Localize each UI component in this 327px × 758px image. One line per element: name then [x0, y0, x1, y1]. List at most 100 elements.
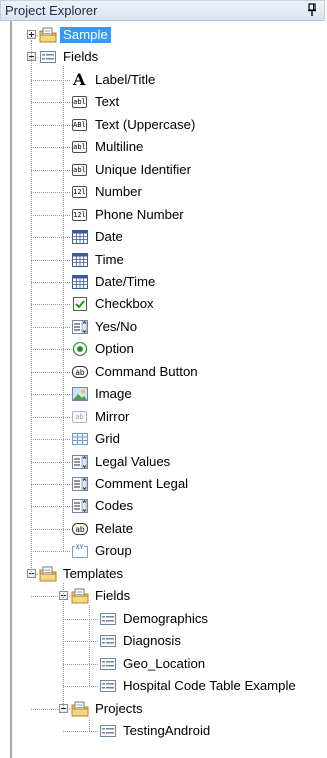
form-icon	[99, 655, 117, 673]
tree-node[interactable]: Time	[0, 249, 327, 271]
tree-connector-line	[63, 641, 98, 643]
tree-node-label: Group	[95, 543, 132, 559]
dropdown-list-icon	[71, 475, 89, 493]
tree-node-label: Hospital Code Table Example	[123, 678, 296, 694]
tree-node-label: Multiline	[95, 139, 144, 155]
tree-node[interactable]: Codes	[0, 495, 327, 517]
command-button-icon: ab	[71, 363, 89, 381]
tree-node[interactable]: Fields	[0, 46, 327, 68]
tree-node-label: Unique Identifier	[95, 161, 192, 177]
tree-connector-line	[31, 79, 70, 81]
tree-guide-line	[89, 605, 90, 687]
tree-connector-line	[31, 259, 70, 261]
image-icon	[71, 385, 89, 403]
tree-node[interactable]: Hospital Code Table Example	[0, 675, 327, 697]
form-icon	[99, 610, 117, 628]
calendar-icon	[71, 251, 89, 269]
label-icon: A	[73, 69, 86, 89]
tree-connector-line	[63, 663, 98, 665]
tree-node-label: Label/Title	[95, 71, 156, 87]
grid-icon	[71, 430, 89, 448]
multiline-icon: abl	[72, 141, 87, 154]
tree-node[interactable]: Sample	[0, 24, 327, 46]
form-icon	[99, 632, 117, 650]
tree-node[interactable]: Date/Time	[0, 271, 327, 293]
tree-node[interactable]: Geo_Location	[0, 653, 327, 675]
tree-node[interactable]: Legal Values	[0, 451, 327, 473]
tree-guide-line	[31, 40, 32, 574]
tree-connector-line	[63, 730, 98, 732]
tree-node[interactable]: ab Relate	[0, 518, 327, 540]
tree-node-label: Command Button	[95, 363, 198, 379]
form-icon	[99, 722, 117, 740]
tree-node-label: Time	[95, 251, 124, 267]
tree-node[interactable]: Demographics	[0, 608, 327, 630]
tree-node[interactable]: Image	[0, 383, 327, 405]
panel-title: Project Explorer	[5, 3, 98, 18]
tree-node[interactable]: TestingAndroid	[0, 720, 327, 742]
form-icon	[99, 677, 117, 695]
tree-node-label: Legal Values	[95, 453, 171, 469]
tree-connector-line	[31, 349, 70, 351]
tree-connector-line	[31, 506, 70, 508]
tree-node[interactable]: 12l Phone Number	[0, 204, 327, 226]
tree-node[interactable]: Comment Legal	[0, 473, 327, 495]
tree-node[interactable]: abl Text	[0, 91, 327, 113]
tree-guide-line	[63, 66, 64, 552]
tree-node[interactable]: ab Command Button	[0, 361, 327, 383]
tree-node[interactable]: ab Mirror	[0, 406, 327, 428]
tree-connector-line	[31, 169, 70, 171]
svg-text:ab: ab	[75, 525, 85, 534]
tree-node-label: Yes/No	[95, 318, 138, 334]
tree-node[interactable]: ABl Text (Uppercase)	[0, 114, 327, 136]
calendar-icon	[71, 228, 89, 246]
svg-text:ab: ab	[75, 368, 85, 377]
tree-node[interactable]: abl Unique Identifier	[0, 159, 327, 181]
tree-node[interactable]: XY Group	[0, 540, 327, 562]
uppercase-text-icon: ABl	[72, 118, 87, 131]
tree-node[interactable]: Checkbox	[0, 293, 327, 315]
tree-node-label: Demographics	[123, 610, 209, 626]
expand-toggle-icon[interactable]	[27, 30, 36, 39]
tree-guide-line	[63, 582, 64, 709]
folder-database-icon	[39, 565, 57, 583]
tree-node[interactable]: Option	[0, 338, 327, 360]
tree-connector-line	[31, 394, 70, 396]
relate-icon: ab	[71, 520, 89, 538]
tree-node[interactable]: Fields	[0, 585, 327, 607]
tree-connector-line	[31, 102, 70, 104]
number-icon: 12l	[72, 186, 87, 199]
tree-node[interactable]: Date	[0, 226, 327, 248]
tree-node[interactable]: A Label/Title	[0, 69, 327, 91]
dropdown-list-icon	[71, 453, 89, 471]
tree-node-label: Relate	[95, 520, 134, 536]
dropdown-list-icon	[71, 318, 89, 336]
checkbox-icon	[71, 295, 89, 313]
tree-node[interactable]: Projects	[0, 698, 327, 720]
tree-node-label: Projects	[95, 700, 143, 716]
tree-node-label: Number	[95, 184, 142, 200]
tree-node-label: Sample	[60, 27, 111, 43]
tree-node[interactable]: Diagnosis	[0, 630, 327, 652]
tree-node[interactable]: Templates	[0, 563, 327, 585]
tree-node-label: Templates	[63, 565, 124, 581]
tree-node[interactable]: abl Multiline	[0, 136, 327, 158]
tree-node-label: Text (Uppercase)	[95, 116, 196, 132]
tree-node[interactable]: Yes/No	[0, 316, 327, 338]
tree-node[interactable]: 12l Number	[0, 181, 327, 203]
dropdown-list-icon	[71, 497, 89, 515]
tree-node-label: Fields	[63, 49, 99, 65]
tree-node-label: Text	[95, 94, 120, 110]
tree-connector-line	[31, 528, 70, 530]
pin-icon[interactable]	[306, 3, 318, 17]
tree-node-label: Fields	[95, 588, 131, 604]
svg-text:XY: XY	[76, 544, 84, 551]
tree-connector-line	[31, 214, 70, 216]
tree-node-label: Checkbox	[95, 296, 154, 312]
tree-connector-line	[31, 237, 70, 239]
tree-node[interactable]: Grid	[0, 428, 327, 450]
calendar-icon	[71, 273, 89, 291]
tree-guide-line	[89, 717, 90, 731]
mirror-icon: ab	[71, 408, 89, 426]
tree-node-label: Geo_Location	[123, 655, 206, 671]
